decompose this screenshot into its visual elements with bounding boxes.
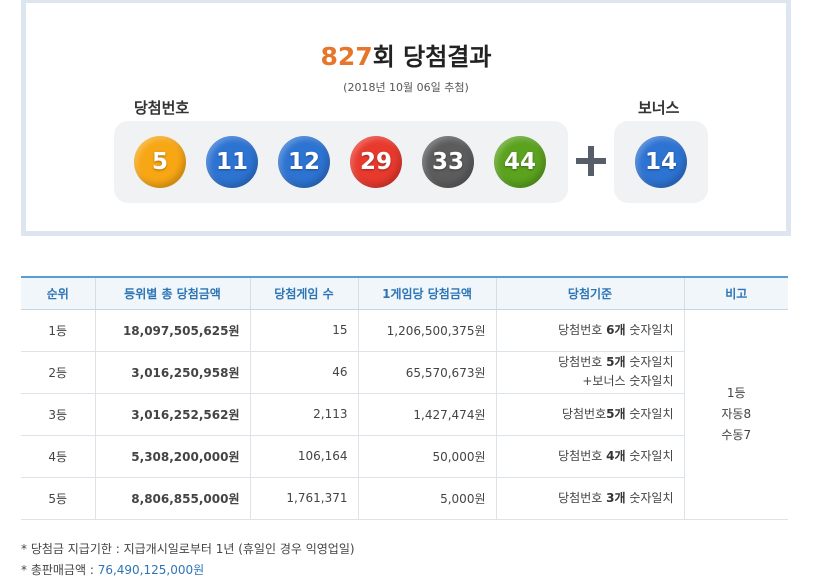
criteria-count: 3개: [606, 490, 626, 505]
col-header-rank: 순위: [21, 276, 95, 310]
draw-date: (2018년 10월 06일 추첨): [343, 81, 469, 94]
round-number: 827: [320, 42, 373, 71]
table-row: 2등 3,016,250,958원 46 65,570,673원 당첨번호 5개…: [21, 351, 788, 394]
criteria-cell: 당첨번호 6개 숫자일치: [495, 309, 684, 352]
number-ball: 44: [494, 136, 546, 188]
prize-per-game-cell: 65,570,673원: [357, 351, 496, 394]
number-ball: 5: [134, 136, 186, 188]
number-ball: 33: [422, 136, 474, 188]
total-prize-cell: 3,016,252,562원: [94, 393, 250, 436]
criteria-cell: 당첨번호 4개 숫자일치: [495, 435, 684, 478]
criteria-text: 당첨번호: [558, 355, 607, 369]
total-sales-label: * 총판매금액 :: [21, 563, 98, 577]
bonus-label: 보너스: [638, 99, 680, 117]
col-header-criteria: 당첨기준: [495, 276, 684, 310]
winner-count-cell: 46: [249, 351, 358, 394]
prize-per-game-cell: 1,427,474원: [357, 393, 496, 436]
criteria-bonus-text: +보너스 숫자일치: [582, 374, 674, 388]
prize-table: 순위 등위별 총 당첨금액 당첨게임 수 1게임당 당첨금액 당첨기준 비고 1…: [21, 276, 788, 520]
rank-cell: 1등: [21, 309, 95, 352]
total-sales-value: 76,490,125,000원: [97, 563, 205, 577]
criteria-count: 4개: [606, 448, 626, 463]
number-ball: 11: [206, 136, 258, 188]
winner-count-cell: 15: [249, 309, 358, 352]
note-line: 1등: [726, 385, 746, 400]
rank-cell: 2등: [21, 351, 95, 394]
criteria-cell: 당첨번호 3개 숫자일치: [495, 477, 684, 520]
criteria-cell: 당첨번호5개 숫자일치: [495, 393, 684, 436]
criteria-text: 당첨번호: [558, 448, 607, 463]
number-ball: 12: [278, 136, 330, 188]
criteria-text: 당첨번호: [558, 490, 607, 505]
col-header-prize-per-game: 1게임당 당첨금액: [357, 276, 496, 310]
criteria-text: 숫자일치: [625, 490, 674, 505]
total-prize-cell: 18,097,505,625원: [94, 309, 250, 352]
rank-cell: 3등: [21, 393, 95, 436]
page-title: 827회 당첨결과: [26, 37, 786, 72]
rank-cell: 4등: [21, 435, 95, 478]
criteria-text: 숫자일치: [625, 355, 674, 369]
table-header-row: 순위 등위별 총 당첨금액 당첨게임 수 1게임당 당첨금액 당첨기준 비고: [21, 276, 788, 310]
total-prize-cell: 8,806,855,000원: [94, 477, 250, 520]
criteria-text: 당첨번호: [561, 406, 607, 421]
col-header-note: 비고: [683, 276, 788, 310]
bonus-ball: 14: [635, 136, 687, 188]
criteria-cell: 당첨번호 5개 숫자일치 +보너스 숫자일치: [495, 351, 684, 394]
rank-cell: 5등: [21, 477, 95, 520]
table-row: 1등 18,097,505,625원 15 1,206,500,375원 당첨번…: [21, 309, 788, 520]
payment-deadline-note: * 당첨금 지급기한 : 지급개시일로부터 1년 (휴일인 경우 익영업일): [21, 542, 355, 556]
number-ball: 29: [350, 136, 402, 188]
winner-count-cell: 2,113: [249, 393, 358, 436]
note-line: 수동7: [721, 427, 752, 442]
col-header-total-prize: 등위별 총 당첨금액: [94, 276, 250, 310]
criteria-text: 숫자일치: [625, 406, 674, 421]
criteria-count: 5개: [606, 406, 626, 421]
note-line: 자동8: [721, 406, 752, 421]
table-row: 3등 3,016,252,562원 2,113 1,427,474원 당첨번호5…: [21, 393, 788, 436]
table-row: 5등 8,806,855,000원 1,761,371 5,000원 당첨번호 …: [21, 477, 788, 520]
criteria-count: 5개: [606, 355, 626, 369]
winning-numbers-label: 당첨번호: [134, 99, 190, 117]
result-box: 827회 당첨결과 (2018년 10월 06일 추첨) 당첨번호 보너스 5 …: [21, 0, 791, 236]
criteria-text: 당첨번호: [558, 322, 607, 337]
col-header-winner-count: 당첨게임 수: [249, 276, 358, 310]
winning-numbers-panel: 5 11 12 29 33 44: [114, 121, 568, 203]
plus-icon: [574, 144, 608, 178]
winner-count-cell: 1,761,371: [249, 477, 358, 520]
title-suffix: 회 당첨결과: [372, 43, 492, 71]
criteria-text: 숫자일치: [625, 448, 674, 463]
bonus-number-panel: 14: [614, 121, 708, 203]
winner-count-cell: 106,164: [249, 435, 358, 478]
total-sales-note: * 총판매금액 : 76,490,125,000원: [21, 561, 204, 578]
note-cell: 1등 자동8 수동7: [683, 309, 788, 520]
total-prize-cell: 5,308,200,000원: [94, 435, 250, 478]
prize-per-game-cell: 1,206,500,375원: [357, 309, 496, 352]
prize-per-game-cell: 50,000원: [357, 435, 496, 478]
total-prize-cell: 3,016,250,958원: [94, 351, 250, 394]
criteria-count: 6개: [606, 322, 626, 337]
prize-per-game-cell: 5,000원: [357, 477, 496, 520]
table-row: 4등 5,308,200,000원 106,164 50,000원 당첨번호 4…: [21, 435, 788, 478]
criteria-text: 숫자일치: [625, 322, 674, 337]
